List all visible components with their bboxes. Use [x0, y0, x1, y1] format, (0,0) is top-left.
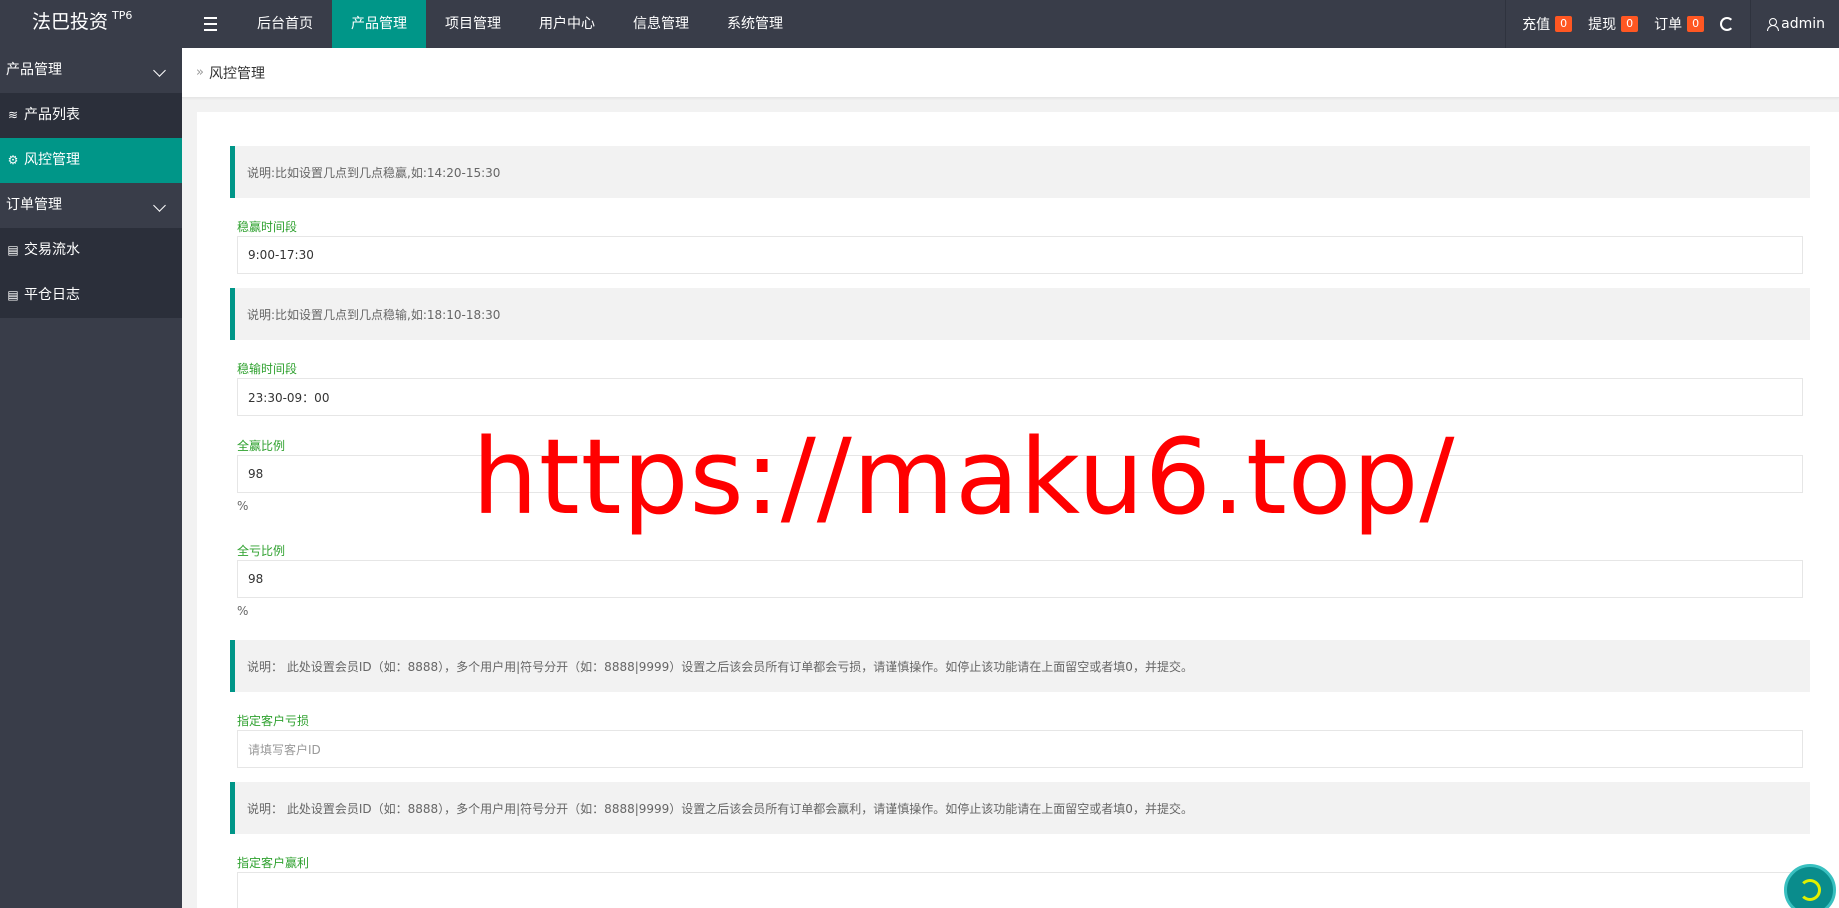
refresh-button[interactable]	[1712, 0, 1742, 48]
withdraw-badge: 0	[1621, 16, 1639, 32]
orders-label: 订单	[1654, 17, 1683, 33]
divider	[1750, 0, 1752, 48]
win-period-label: 稳赢时间段	[237, 220, 298, 234]
sidebar: 产品管理 ≋ 产品列表 ⚙ 风控管理 订单管理 ▤ 交易流水 ▤ 平仓日志	[0, 48, 182, 908]
top-header: 法巴投资 TP6 后台首页 产品管理 项目管理 用户中心 信息管理 系统管理 充值…	[0, 0, 1839, 48]
sidebar-item-product-list[interactable]: ≋ 产品列表	[0, 93, 182, 138]
watermark-url: https://maku6.top/	[472, 416, 1456, 538]
assistant-icon	[1799, 879, 1821, 901]
gear-icon: ⚙	[7, 153, 19, 167]
sidebar-item-trade-flow[interactable]: ▤ 交易流水	[0, 228, 182, 273]
nav-item-products[interactable]: 产品管理	[332, 0, 426, 48]
sidebar-group-orders[interactable]: 订单管理	[0, 183, 182, 228]
note-win-period: 说明:比如设置几点到几点稳赢,如:14:20-15:30	[230, 146, 1810, 198]
layers-icon: ≋	[7, 108, 19, 122]
sidebar-group-label: 产品管理	[6, 62, 62, 78]
all-lose-ratio-unit: %	[237, 604, 249, 618]
sidebar-group-label: 订单管理	[6, 197, 62, 213]
note-lose-period: 说明:比如设置几点到几点稳输,如:18:10-18:30	[230, 288, 1810, 340]
top-nav: 后台首页 产品管理 项目管理 用户中心 信息管理 系统管理	[238, 0, 802, 48]
lose-period-input[interactable]: 23:30-09：00	[237, 378, 1803, 416]
sidebar-item-risk-control[interactable]: ⚙ 风控管理	[0, 138, 182, 183]
chevron-down-icon	[153, 199, 166, 212]
lose-customer-label: 指定客户亏损	[237, 714, 310, 728]
nav-item-system[interactable]: 系统管理	[708, 0, 802, 48]
user-icon	[1767, 18, 1780, 31]
menu-icon	[203, 15, 217, 33]
sidebar-group-products[interactable]: 产品管理	[0, 48, 182, 93]
sidebar-item-close-log[interactable]: ▤ 平仓日志	[0, 273, 182, 318]
win-period-input[interactable]: 9:00-17:30	[237, 236, 1803, 274]
recharge-label: 充值	[1522, 17, 1551, 33]
lose-period-label: 稳输时间段	[237, 362, 298, 376]
orders-link[interactable]: 订单 0	[1646, 0, 1712, 48]
nav-item-home[interactable]: 后台首页	[238, 0, 332, 48]
logo: 法巴投资 TP6	[0, 0, 182, 48]
note-lose-customer: 说明： 此处设置会员ID（如：8888），多个用户用|符号分开（如：8888|9…	[230, 640, 1810, 692]
chevron-down-icon	[153, 64, 166, 77]
user-menu[interactable]: admin	[1759, 0, 1839, 48]
orders-badge: 0	[1687, 16, 1705, 32]
all-lose-ratio-input[interactable]: 98	[237, 560, 1803, 598]
sidebar-item-label: 产品列表	[24, 107, 80, 123]
document-icon: ▤	[7, 288, 19, 302]
lose-customer-input[interactable]: 请填写客户ID	[237, 730, 1803, 768]
note-win-customer: 说明： 此处设置会员ID（如：8888），多个用户用|符号分开（如：8888|9…	[230, 782, 1810, 834]
divider	[1505, 0, 1507, 48]
sidebar-item-label: 平仓日志	[24, 287, 80, 303]
refresh-icon	[1720, 17, 1735, 31]
nav-item-info[interactable]: 信息管理	[614, 0, 708, 48]
floating-assistant-button[interactable]	[1784, 864, 1836, 908]
username: admin	[1781, 16, 1825, 32]
sidebar-item-label: 风控管理	[24, 152, 80, 168]
breadcrumb-current: 风控管理	[208, 65, 265, 82]
right-nav: 充值 0 提现 0 订单 0 admin	[1497, 0, 1839, 48]
logo-version: TP6	[112, 9, 133, 22]
recharge-badge: 0	[1555, 16, 1573, 32]
breadcrumb: » 风控管理	[182, 48, 1839, 98]
document-icon: ▤	[7, 243, 19, 257]
menu-toggle-button[interactable]	[182, 0, 238, 48]
withdraw-label: 提现	[1588, 17, 1617, 33]
double-chevron-right-icon: »	[196, 65, 204, 80]
withdraw-link[interactable]: 提现 0	[1580, 0, 1646, 48]
nav-item-projects[interactable]: 项目管理	[426, 0, 520, 48]
win-customer-label: 指定客户赢利	[237, 856, 310, 870]
recharge-link[interactable]: 充值 0	[1514, 0, 1580, 48]
all-lose-ratio-label: 全亏比例	[237, 544, 286, 558]
logo-text: 法巴投资	[32, 11, 109, 33]
sidebar-item-label: 交易流水	[24, 242, 80, 258]
win-customer-input[interactable]	[237, 872, 1803, 908]
nav-item-users[interactable]: 用户中心	[520, 0, 614, 48]
